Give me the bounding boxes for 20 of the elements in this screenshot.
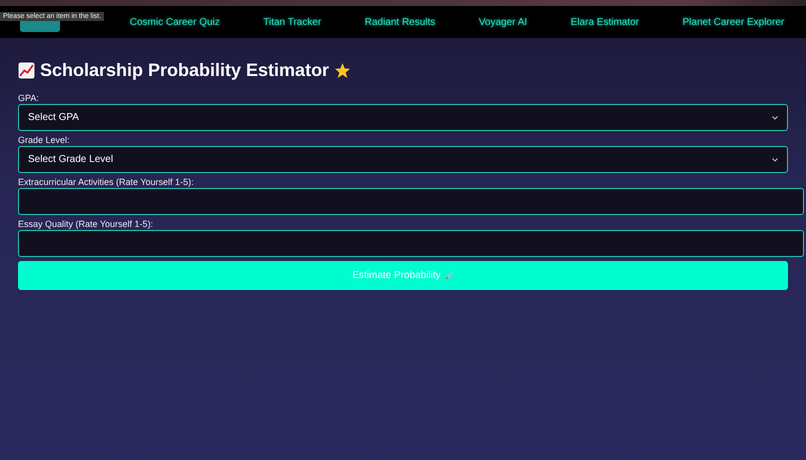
nav-link[interactable]: Planet Career Explorer — [682, 16, 784, 28]
select-field[interactable]: Select Grade Level — [18, 146, 788, 173]
select-field[interactable]: Select GPA — [18, 104, 788, 131]
chevron-down-icon — [772, 116, 778, 120]
nav-link[interactable]: Elara Estimator — [570, 16, 640, 28]
page-title: Scholarship Probability Estimator — [40, 60, 330, 81]
input-field[interactable] — [18, 230, 804, 257]
field-label: Grade Level: — [18, 135, 71, 145]
chart-icon — [18, 62, 35, 79]
field-label: Essay Quality (Rate Yourself 1-5): — [18, 219, 154, 229]
field-label: Extracurricular Activities (Rate Yourself 1-5): — [18, 177, 195, 187]
input-field[interactable] — [18, 188, 804, 215]
star-icon — [334, 62, 352, 79]
nav-link[interactable]: Cosmic Career Quiz — [130, 16, 220, 28]
nav-link[interactable]: Titan Tracker — [263, 16, 322, 28]
chevron-down-icon — [772, 158, 778, 162]
rocket-icon — [444, 271, 454, 280]
nav-link[interactable]: Radiant Results — [364, 16, 436, 28]
nav-link[interactable]: Voyager AI — [478, 16, 528, 28]
field-label: GPA: — [18, 93, 40, 103]
